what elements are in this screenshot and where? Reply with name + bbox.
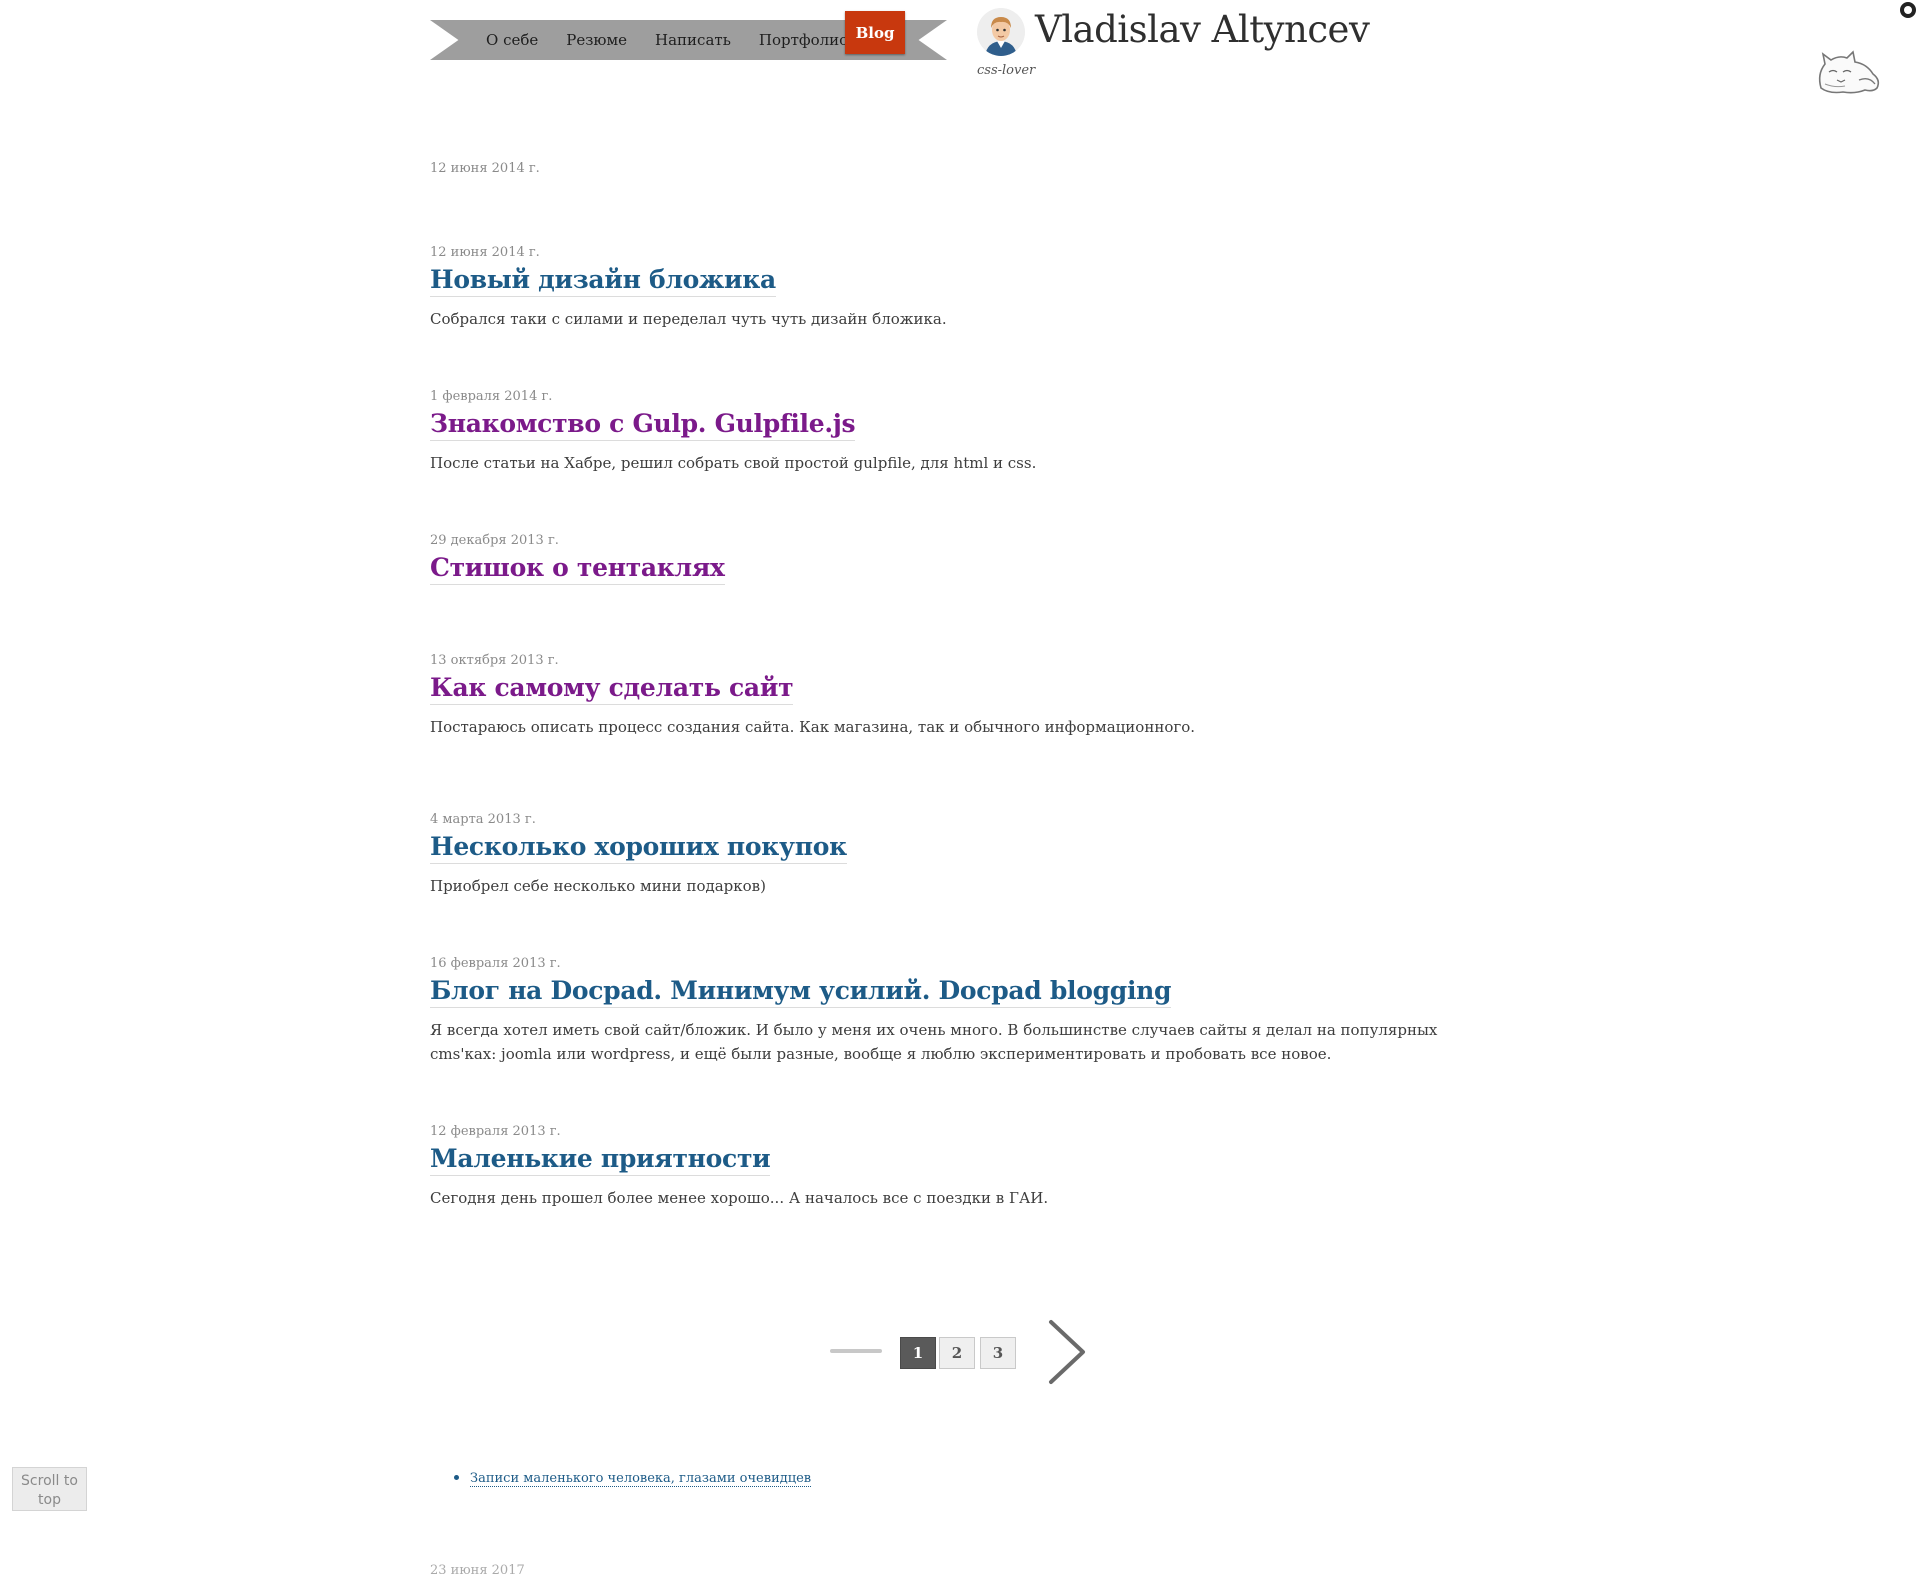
list-item: Записи маленького человека, глазами очев…: [452, 1467, 812, 1487]
nav-about[interactable]: О себе: [486, 29, 538, 51]
main-nav: О себе Резюме Написать Портфолио: [486, 29, 848, 51]
post-title-link[interactable]: Блог на Docpad. Минимум усилий. Docpad b…: [430, 975, 1172, 1008]
nav-resume[interactable]: Резюме: [566, 29, 627, 51]
site-title[interactable]: Vladislav Altyncev: [1035, 8, 1370, 51]
post-date: 12 февраля 2013 г.: [430, 1124, 561, 1139]
post-item: 4 марта 2013 г. Несколько хороших покупо…: [430, 811, 1510, 898]
post-title-link[interactable]: Несколько хороших покупок: [430, 831, 847, 864]
post-excerpt: Я всегда хотел иметь свой сайт/бложик. И…: [430, 1021, 1438, 1063]
post-item: 16 февраля 2013 г. Блог на Docpad. Миним…: [430, 955, 1510, 1066]
post-date: 13 октября 2013 г.: [430, 653, 559, 668]
page-button-1[interactable]: 1: [900, 1337, 936, 1369]
site-tagline: css-lover: [977, 63, 1036, 78]
avatar[interactable]: [977, 8, 1025, 56]
scroll-to-top-button[interactable]: Scroll to top: [12, 1467, 87, 1511]
post-date: 16 февраля 2013 г.: [430, 956, 561, 971]
post-item: 13 октября 2013 г. Как самому сделать са…: [430, 652, 1510, 739]
cat-icon[interactable]: [1815, 50, 1883, 96]
prev-page-disabled: [830, 1349, 882, 1353]
post-excerpt: Приобрел себе несколько мини подарков): [430, 877, 766, 895]
chevron-right-icon[interactable]: [1043, 1318, 1091, 1386]
post-excerpt: Собрался таки с силами и переделал чуть …: [430, 310, 947, 328]
pagination: 1 2 3: [830, 1318, 1090, 1386]
post-date: 4 марта 2013 г.: [430, 812, 536, 827]
post-title-link[interactable]: Стишок о тентаклях: [430, 552, 725, 585]
post-title-link[interactable]: Как самому сделать сайт: [430, 672, 794, 705]
page-button-2[interactable]: 2: [939, 1337, 975, 1369]
github-icon[interactable]: [1900, 2, 1916, 18]
post-item: 1 февраля 2014 г. Знакомство с Gulp. Gul…: [430, 388, 1510, 475]
page-button-3[interactable]: 3: [980, 1337, 1016, 1369]
post-date: 1 февраля 2014 г.: [430, 389, 553, 404]
top-date: 12 июня 2014 г.: [430, 161, 540, 176]
post-excerpt: После статьи на Хабре, решил собрать сво…: [430, 454, 1037, 472]
post-excerpt: Сегодня день прошел более менее хорошо..…: [430, 1189, 1049, 1207]
post-item: 12 февраля 2013 г. Маленькие приятности …: [430, 1123, 1510, 1210]
footer-link[interactable]: Записи маленького человека, глазами очев…: [470, 1471, 812, 1487]
post-item: 29 декабря 2013 г. Стишок о тентаклях: [430, 532, 1510, 595]
post-date: 12 июня 2014 г.: [430, 245, 540, 260]
nav-write[interactable]: Написать: [655, 29, 731, 51]
nav-portfolio[interactable]: Портфолио: [759, 29, 848, 51]
post-title-link[interactable]: Новый дизайн бложика: [430, 264, 776, 297]
post-title-link[interactable]: Знакомство с Gulp. Gulpfile.js: [430, 408, 856, 441]
nav-blog-active[interactable]: Blog: [845, 11, 905, 54]
post-excerpt: Постараюсь описать процесс создания сайт…: [430, 718, 1196, 736]
post-item: 12 июня 2014 г. Новый дизайн бложика Соб…: [430, 244, 1510, 331]
post-date: 29 декабря 2013 г.: [430, 533, 559, 548]
footer-links: Записи маленького человека, глазами очев…: [452, 1467, 812, 1487]
post-title-link[interactable]: Маленькие приятности: [430, 1143, 771, 1176]
